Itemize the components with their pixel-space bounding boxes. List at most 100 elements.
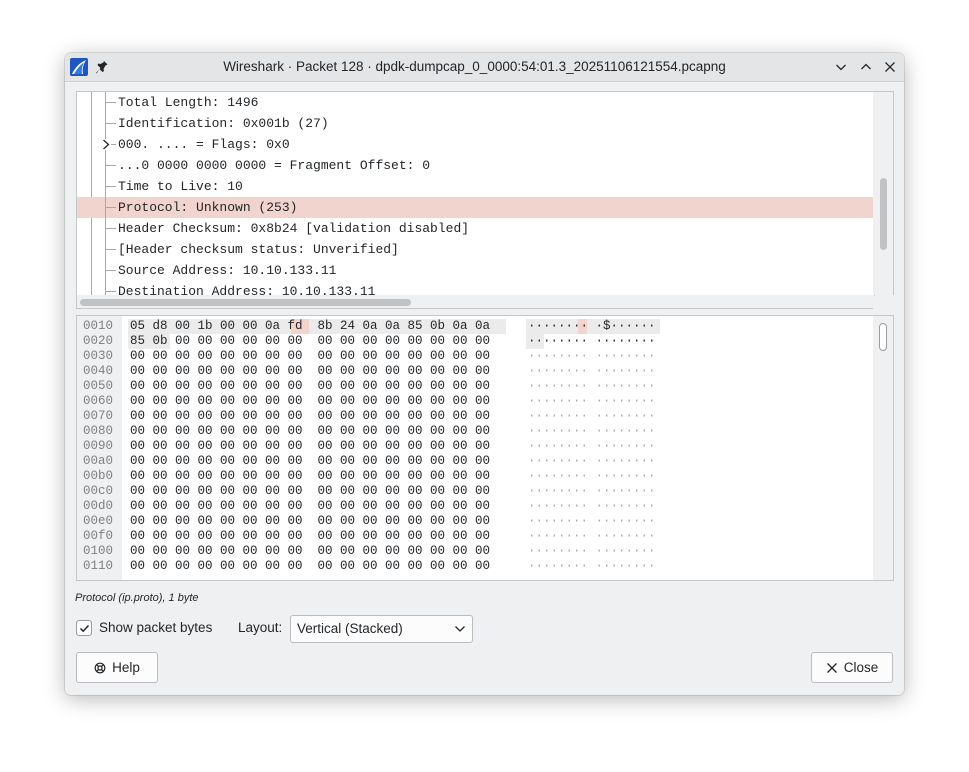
- tree-row[interactable]: Time to Live: 10: [77, 176, 874, 197]
- tree-row[interactable]: Identification: 0x001b (27): [77, 113, 874, 134]
- hex-bytes[interactable]: 00 00 00 00 00 00 00 00 00 00 00 00 00 0…: [130, 469, 490, 484]
- show-packet-bytes-checkbox[interactable]: [76, 620, 92, 636]
- hex-bytes[interactable]: 00 00 00 00 00 00 00 00 00 00 00 00 00 0…: [130, 379, 490, 394]
- ascii-bytes[interactable]: ········ ········: [528, 529, 656, 544]
- close-button-label: Close: [843, 660, 879, 675]
- hex-bytes[interactable]: 00 00 00 00 00 00 00 00 00 00 00 00 00 0…: [130, 394, 490, 409]
- title-bar[interactable]: Wireshark · Packet 128 · dpdk-dumpcap_0_…: [65, 53, 904, 82]
- ascii-bytes[interactable]: ········ ········: [528, 409, 656, 424]
- tree-row[interactable]: Protocol: Unknown (253): [77, 197, 874, 218]
- hex-bytes[interactable]: 00 00 00 00 00 00 00 00 00 00 00 00 00 0…: [130, 424, 490, 439]
- tree-branch-line: [106, 207, 116, 208]
- close-icon: [826, 662, 838, 674]
- tree-row[interactable]: Source Address: 10.10.133.11: [77, 260, 874, 281]
- bytes-row[interactable]: 00d0 00 00 00 00 00 00 00 00 00 00 00 00 …: [77, 499, 873, 514]
- bytes-row[interactable]: 0050 00 00 00 00 00 00 00 00 00 00 00 00 …: [77, 379, 873, 394]
- tree-row[interactable]: 000. .... = Flags: 0x0: [77, 134, 874, 155]
- byte-offset: 0010: [83, 319, 114, 333]
- hex-bytes[interactable]: 00 00 00 00 00 00 00 00 00 00 00 00 00 0…: [130, 439, 490, 454]
- close-button[interactable]: Close: [811, 652, 893, 683]
- bytes-row[interactable]: 00f0 00 00 00 00 00 00 00 00 00 00 00 00 …: [77, 529, 873, 544]
- ascii-bytes[interactable]: ········ ········: [528, 514, 656, 529]
- hex-bytes[interactable]: 00 00 00 00 00 00 00 00 00 00 00 00 00 0…: [130, 409, 490, 424]
- bytes-row[interactable]: 00a0 00 00 00 00 00 00 00 00 00 00 00 00 …: [77, 454, 873, 469]
- tree-vertical-scrollbar[interactable]: [873, 91, 894, 295]
- bytes-row[interactable]: 00b0 00 00 00 00 00 00 00 00 00 00 00 00 …: [77, 469, 873, 484]
- packet-bytes-view[interactable]: 0010 05 d8 00 1b 00 00 0a fd 8b 24 0a 0a …: [76, 315, 873, 581]
- tree-vertical-scroll-thumb[interactable]: [880, 178, 887, 250]
- packet-dialog: Wireshark · Packet 128 · dpdk-dumpcap_0_…: [65, 53, 904, 695]
- tree-row[interactable]: Total Length: 1496: [77, 92, 874, 113]
- bytes-row[interactable]: 00e0 00 00 00 00 00 00 00 00 00 00 00 00 …: [77, 514, 873, 529]
- hex-bytes[interactable]: 00 00 00 00 00 00 00 00 00 00 00 00 00 0…: [130, 559, 490, 574]
- tree-branch-line: [106, 165, 116, 166]
- ascii-bytes[interactable]: ········ ········: [528, 544, 656, 559]
- tree-horizontal-scroll-thumb[interactable]: [80, 299, 411, 306]
- hex-bytes[interactable]: 00 00 00 00 00 00 00 00 00 00 00 00 00 0…: [130, 349, 490, 364]
- bytes-row[interactable]: 0100 00 00 00 00 00 00 00 00 00 00 00 00 …: [77, 544, 873, 559]
- bytes-row[interactable]: 0040 00 00 00 00 00 00 00 00 00 00 00 00 …: [77, 364, 873, 379]
- bytes-row[interactable]: 0010 05 d8 00 1b 00 00 0a fd 8b 24 0a 0a …: [77, 319, 873, 334]
- packet-detail-tree[interactable]: Total Length: 1496 Identification: 0x001b…: [76, 91, 875, 296]
- wireshark-fin-icon: [70, 58, 88, 76]
- hex-bytes[interactable]: 00 00 00 00 00 00 00 00 00 00 00 00 00 0…: [130, 544, 490, 559]
- byte-offset: 0110: [83, 559, 114, 573]
- tree-row-text: Source Address: 10.10.133.11: [118, 263, 337, 278]
- pin-icon[interactable]: [95, 59, 109, 75]
- tree-row[interactable]: [Header checksum status: Unverified]: [77, 239, 874, 260]
- tree-branch-line: [106, 123, 116, 124]
- minimize-chevron-down-icon[interactable]: [832, 58, 850, 76]
- ascii-bytes[interactable]: ········ ········: [528, 559, 656, 574]
- ascii-bytes[interactable]: ········ ········: [528, 469, 656, 484]
- bytes-row[interactable]: 0020 85 0b 00 00 00 00 00 00 00 00 00 00 …: [77, 334, 873, 349]
- hex-bytes[interactable]: 00 00 00 00 00 00 00 00 00 00 00 00 00 0…: [130, 364, 490, 379]
- ascii-bytes[interactable]: ········ ········: [528, 379, 656, 394]
- bytes-vertical-scrollbar[interactable]: [873, 315, 894, 581]
- bytes-row[interactable]: 0090 00 00 00 00 00 00 00 00 00 00 00 00 …: [77, 439, 873, 454]
- checkmark-icon: [79, 624, 89, 632]
- ascii-bytes[interactable]: ········ ········: [528, 499, 656, 514]
- hex-bytes[interactable]: 00 00 00 00 00 00 00 00 00 00 00 00 00 0…: [130, 484, 490, 499]
- tree-row-text: [Header checksum status: Unverified]: [118, 242, 399, 257]
- bytes-row[interactable]: 0080 00 00 00 00 00 00 00 00 00 00 00 00 …: [77, 424, 873, 439]
- ascii-bytes[interactable]: ········ ········: [528, 394, 656, 409]
- bytes-row[interactable]: 00c0 00 00 00 00 00 00 00 00 00 00 00 00 …: [77, 484, 873, 499]
- byte-offset: 0030: [83, 349, 114, 363]
- hex-bytes[interactable]: 05 d8 00 1b 00 00 0a fd 8b 24 0a 0a 85 0…: [130, 319, 490, 334]
- ascii-bytes[interactable]: ········ ········: [528, 454, 656, 469]
- bytes-row[interactable]: 0030 00 00 00 00 00 00 00 00 00 00 00 00 …: [77, 349, 873, 364]
- expand-chevron-right-icon[interactable]: [101, 139, 111, 150]
- bytes-row[interactable]: 0070 00 00 00 00 00 00 00 00 00 00 00 00 …: [77, 409, 873, 424]
- ascii-bytes[interactable]: ········ ········: [528, 334, 656, 349]
- show-packet-bytes-label[interactable]: Show packet bytes: [99, 620, 212, 635]
- byte-offset: 0100: [83, 544, 114, 558]
- bytes-row[interactable]: 0110 00 00 00 00 00 00 00 00 00 00 00 00 …: [77, 559, 873, 574]
- tree-branch-line: [106, 270, 116, 271]
- hex-bytes[interactable]: 00 00 00 00 00 00 00 00 00 00 00 00 00 0…: [130, 529, 490, 544]
- tree-row[interactable]: ...0 0000 0000 0000 = Fragment Offset: 0: [77, 155, 874, 176]
- tree-row-text: Protocol: Unknown (253): [118, 200, 298, 215]
- bytes-vertical-scroll-thumb[interactable]: [879, 323, 887, 351]
- ascii-bytes[interactable]: ········ ········: [528, 439, 656, 454]
- window-close-icon[interactable]: [881, 58, 899, 76]
- hex-bytes[interactable]: 85 0b 00 00 00 00 00 00 00 00 00 00 00 0…: [130, 334, 490, 349]
- ascii-bytes[interactable]: ········ ········: [528, 484, 656, 499]
- byte-offset: 0070: [83, 409, 114, 423]
- maximize-chevron-up-icon[interactable]: [857, 58, 875, 76]
- hex-bytes[interactable]: 00 00 00 00 00 00 00 00 00 00 00 00 00 0…: [130, 499, 490, 514]
- byte-offset: 0090: [83, 439, 114, 453]
- hex-bytes[interactable]: 00 00 00 00 00 00 00 00 00 00 00 00 00 0…: [130, 454, 490, 469]
- byte-offset: 00e0: [83, 514, 114, 528]
- ascii-bytes[interactable]: ········ ········: [528, 349, 656, 364]
- tree-row[interactable]: Header Checksum: 0x8b24 [validation disa…: [77, 218, 874, 239]
- tree-row[interactable]: Destination Address: 10.10.133.11: [77, 281, 874, 296]
- ascii-bytes[interactable]: ········ ········: [528, 364, 656, 379]
- ascii-bytes[interactable]: ········ ·$······: [528, 319, 656, 334]
- tree-branch-line: [105, 281, 106, 296]
- ascii-bytes[interactable]: ········ ········: [528, 424, 656, 439]
- hex-bytes[interactable]: 00 00 00 00 00 00 00 00 00 00 00 00 00 0…: [130, 514, 490, 529]
- layout-select[interactable]: Vertical (Stacked): [290, 615, 473, 643]
- bytes-row[interactable]: 0060 00 00 00 00 00 00 00 00 00 00 00 00 …: [77, 394, 873, 409]
- help-button[interactable]: Help: [76, 652, 158, 683]
- tree-horizontal-scrollbar[interactable]: [76, 295, 873, 309]
